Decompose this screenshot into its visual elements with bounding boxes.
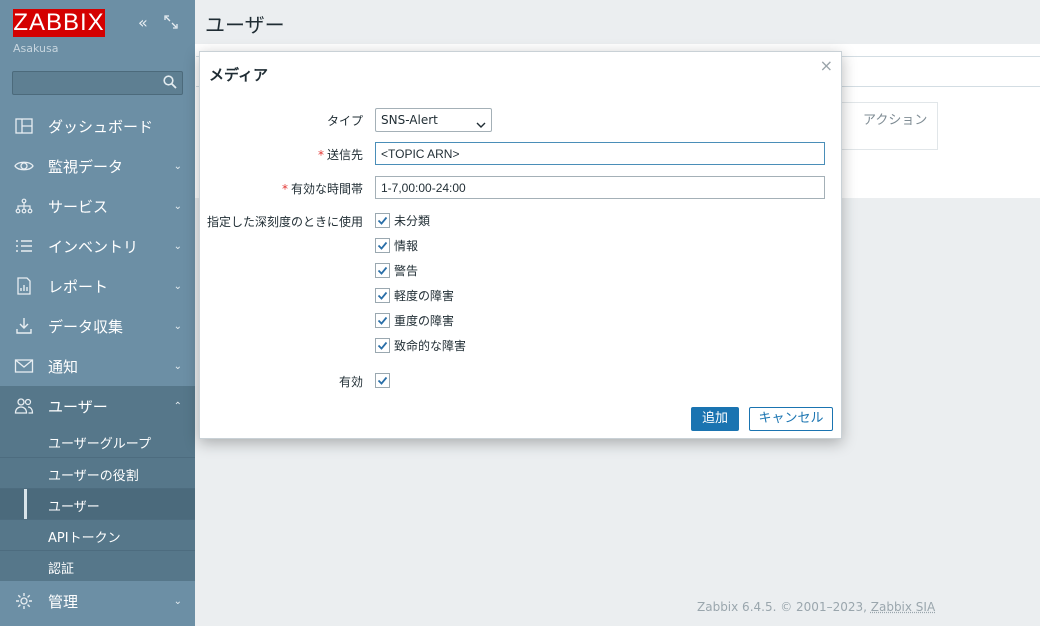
chevron-down-icon: ⌄ [173, 595, 182, 607]
chevron-down-icon: ⌄ [173, 240, 182, 252]
footer-link[interactable]: Zabbix SIA [871, 600, 935, 614]
checkbox-checked[interactable] [375, 262, 390, 278]
dialog-title: メディア [209, 66, 268, 84]
close-icon[interactable]: × [820, 56, 833, 75]
checkbox-label: 情報 [394, 238, 419, 253]
sidebar-search-input[interactable] [12, 71, 183, 95]
sidebar-item-label: ダッシュボード [48, 117, 154, 136]
severity-checkbox-information[interactable]: 情報 [375, 236, 418, 254]
submenu-item-label: ユーザー [48, 500, 100, 515]
envelope-icon [14, 356, 34, 376]
expand-icon[interactable] [164, 15, 178, 33]
list-icon [14, 236, 34, 256]
sidebar-item-label: 監視データ [48, 157, 124, 176]
sidebar-header: ZABBIX « [0, 0, 195, 44]
sidebar-item-label: レポート [48, 277, 109, 296]
media-dialog: メディア × タイプ SNS-Alert *送信先 *有効な時間帯 指定した深刻… [199, 51, 842, 439]
severity-checkbox-high[interactable]: 重度の障害 [375, 311, 454, 329]
required-mark: * [317, 148, 324, 162]
chevron-down-icon [476, 115, 486, 128]
type-select[interactable]: SNS-Alert [375, 108, 492, 132]
enabled-label: 有効 [338, 375, 363, 389]
media-table: アクション [838, 102, 938, 150]
period-input[interactable] [375, 176, 825, 199]
chevron-down-icon: ⌄ [173, 200, 182, 212]
chevron-down-icon: ⌄ [173, 160, 182, 172]
checkbox-checked[interactable] [375, 312, 390, 328]
submenu-item-user-groups[interactable]: ユーザーグループ [0, 426, 195, 457]
required-mark: * [281, 182, 288, 196]
sidebar-item-monitoring[interactable]: 監視データ ⌄ [0, 146, 195, 186]
sidebar-item-data-collection[interactable]: データ収集 ⌄ [0, 306, 195, 346]
enabled-checkbox[interactable] [375, 371, 390, 389]
search-icon[interactable] [163, 75, 177, 89]
gear-icon [14, 591, 34, 611]
sidebar-item-users[interactable]: ユーザー ⌃ [0, 386, 195, 426]
type-label: タイプ [326, 114, 363, 128]
page-title: ユーザー [205, 13, 285, 37]
checkbox-label: 軽度の障害 [394, 288, 455, 303]
server-name: Asakusa [13, 42, 59, 55]
sidebar-item-label: 管理 [48, 592, 79, 611]
period-label: * 有効な時間帯 [281, 182, 363, 196]
footer: Zabbix 6.4.5. © 2001–2023, Zabbix SIA [697, 600, 935, 614]
severity-checkbox-average[interactable]: 軽度の障害 [375, 286, 454, 304]
submenu-item-user-roles[interactable]: ユーザーの役割 [0, 457, 195, 488]
submenu-item-authentication[interactable]: 認証 [0, 550, 195, 581]
chevron-down-icon: ⌄ [173, 360, 182, 372]
checkbox-label: 致命的な障害 [394, 338, 467, 353]
sendto-label: * 送信先 [317, 148, 363, 162]
type-select-value: SNS-Alert [381, 113, 438, 127]
severity-checkbox-warning[interactable]: 警告 [375, 261, 418, 279]
chevron-down-icon: ⌄ [173, 280, 182, 292]
sidebar-item-services[interactable]: サービス ⌄ [0, 186, 195, 226]
submenu-item-label: ユーザーグループ [48, 437, 151, 452]
checkbox-label: 重度の障害 [394, 313, 455, 328]
checkbox-checked[interactable] [375, 212, 390, 228]
sidebar-item-reports[interactable]: レポート ⌄ [0, 266, 195, 306]
double-chevron-left-icon[interactable]: « [138, 14, 148, 32]
submenu-item-label: APIトークン [48, 531, 121, 546]
column-header-action: アクション [863, 113, 928, 128]
users-submenu: ユーザーグループ ユーザーの役割 ユーザー APIトークン 認証 [0, 426, 195, 581]
report-icon [14, 276, 34, 296]
users-icon [14, 396, 34, 416]
sidebar-item-label: データ収集 [48, 317, 124, 336]
sidebar-item-label: インベントリ [48, 237, 139, 256]
zabbix-logo[interactable]: ZABBIX [13, 9, 105, 37]
checkbox-checked[interactable] [375, 287, 390, 303]
checkbox-checked[interactable] [375, 372, 390, 388]
cancel-button[interactable]: キャンセル [749, 407, 833, 431]
checkbox-label: 警告 [394, 263, 419, 278]
severity-checkbox-disaster[interactable]: 致命的な障害 [375, 336, 466, 354]
sidebar-item-inventory[interactable]: インベントリ ⌄ [0, 226, 195, 266]
add-button[interactable]: 追加 [691, 407, 739, 431]
chevron-down-icon: ⌄ [173, 320, 182, 332]
eye-icon [14, 156, 34, 176]
sidebar-item-label: 通知 [48, 357, 79, 376]
sidebar-item-dashboard[interactable]: ダッシュボード [0, 106, 195, 146]
download-icon [14, 316, 34, 336]
submenu-item-users[interactable]: ユーザー [0, 488, 195, 520]
checkbox-checked[interactable] [375, 337, 390, 353]
dashboard-icon [14, 116, 34, 136]
sidebar-item-label: サービス [48, 197, 109, 216]
submenu-item-api-tokens[interactable]: APIトークン [0, 519, 195, 550]
submenu-item-label: ユーザーの役割 [48, 469, 139, 484]
services-icon [14, 196, 34, 216]
sidebar-item-administration[interactable]: 管理 ⌄ [0, 581, 195, 621]
checkbox-checked[interactable] [375, 237, 390, 253]
sidebar-menu: ダッシュボード 監視データ ⌄ サービス ⌄ インベントリ ⌄ レポート ⌄ デ… [0, 106, 195, 621]
sendto-input[interactable] [375, 142, 825, 165]
sidebar-item-label: ユーザー [48, 397, 108, 416]
chevron-up-icon: ⌃ [173, 400, 182, 412]
footer-text: Zabbix 6.4.5. © 2001–2023, [697, 600, 871, 614]
severity-label: 指定した深刻度のときに使用 [206, 215, 363, 229]
sidebar-item-alerts[interactable]: 通知 ⌄ [0, 346, 195, 386]
checkbox-label: 未分類 [394, 213, 431, 228]
sidebar: ZABBIX « Asakusa ダッシュボード 監視データ ⌄ サービス ⌄ … [0, 0, 195, 626]
severity-checkbox-not-classified[interactable]: 未分類 [375, 211, 430, 229]
submenu-item-label: 認証 [48, 562, 75, 577]
